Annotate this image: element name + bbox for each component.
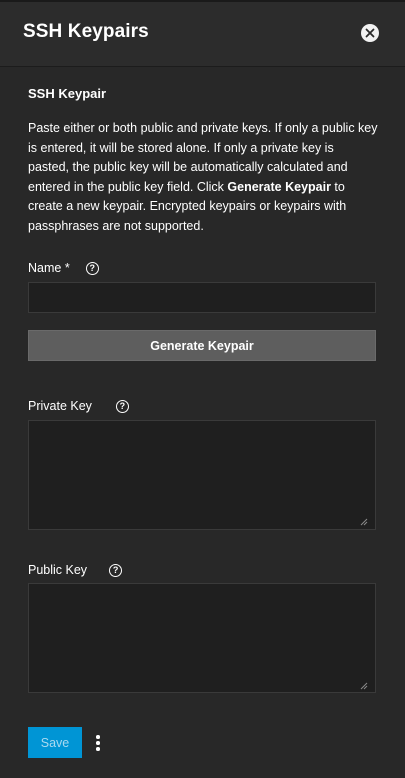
top-divider bbox=[0, 0, 405, 2]
description-bold: Generate Keypair bbox=[227, 179, 331, 194]
section-title: SSH Keypair bbox=[28, 86, 107, 101]
private-key-textarea[interactable] bbox=[28, 420, 376, 530]
close-button[interactable] bbox=[361, 24, 379, 42]
private-key-label-row: Private Key ? bbox=[28, 399, 129, 413]
save-button[interactable]: Save bbox=[28, 727, 82, 758]
public-key-label-row: Public Key ? bbox=[28, 563, 123, 577]
public-key-textarea[interactable] bbox=[28, 583, 376, 693]
name-input[interactable] bbox=[28, 282, 376, 313]
more-dot bbox=[96, 747, 100, 751]
name-label: Name * bbox=[28, 261, 70, 275]
generate-keypair-button[interactable]: Generate Keypair bbox=[28, 330, 376, 361]
resize-handle-icon[interactable] bbox=[360, 682, 368, 690]
more-dot bbox=[96, 735, 100, 739]
name-help-icon[interactable]: ? bbox=[85, 261, 99, 275]
name-label-row: Name * ? bbox=[28, 261, 99, 275]
public-key-help-icon[interactable]: ? bbox=[109, 563, 123, 577]
dialog-header: SSH Keypairs bbox=[0, 0, 405, 67]
private-key-help-icon[interactable]: ? bbox=[115, 399, 129, 413]
private-key-label: Private Key bbox=[28, 399, 92, 413]
close-icon bbox=[365, 28, 375, 38]
more-dot bbox=[96, 741, 100, 745]
resize-handle-icon[interactable] bbox=[360, 518, 368, 526]
dialog-title: SSH Keypairs bbox=[23, 21, 149, 42]
public-key-label: Public Key bbox=[28, 563, 88, 577]
more-options-icon[interactable] bbox=[92, 733, 104, 753]
description-text: Paste either or both public and private … bbox=[28, 119, 378, 237]
